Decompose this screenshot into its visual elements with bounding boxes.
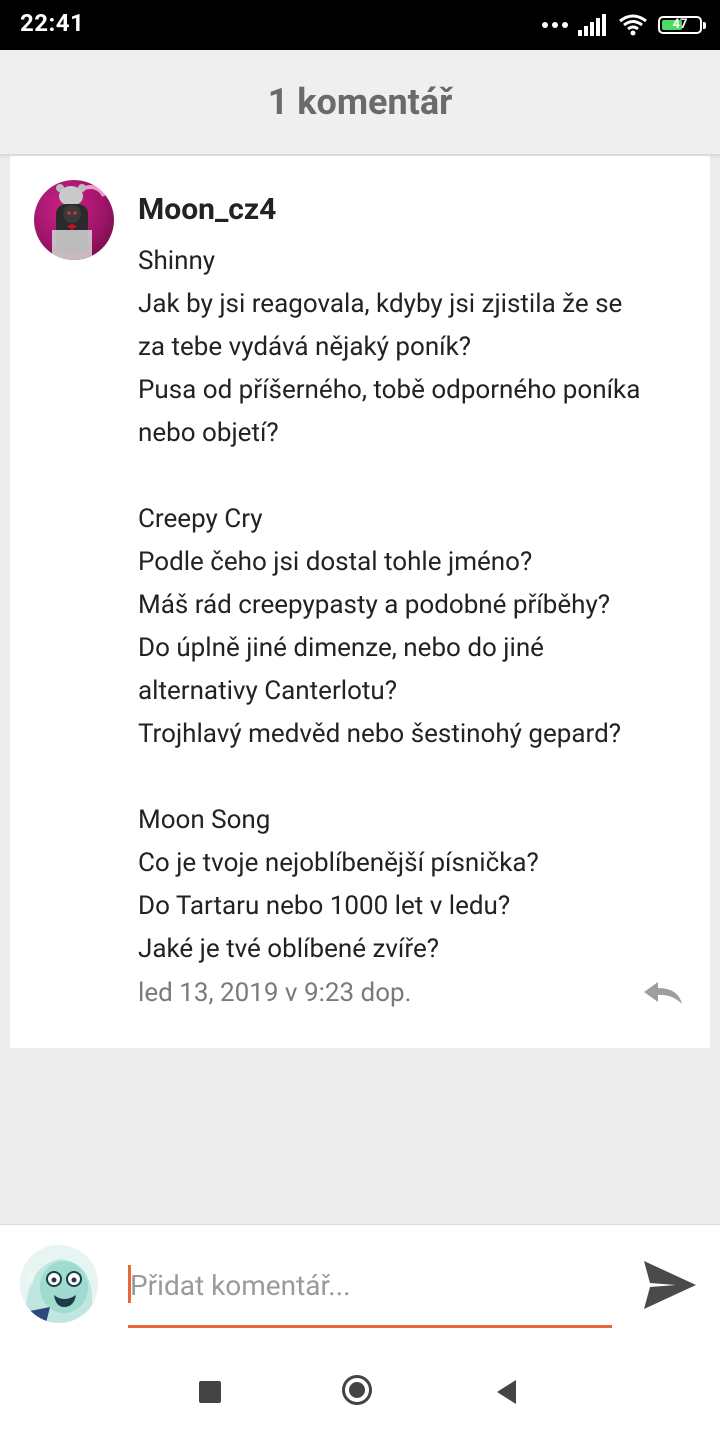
comment-line: Do úplně jiné dimenze, nebo do jiné [138, 633, 544, 663]
user-avatar[interactable] [20, 1245, 98, 1323]
comment-line: Jak by jsi reagovala, kdyby jsi zjistila… [138, 289, 623, 319]
comment-line: Trojhlavý medvěd nebo šestinohý gepard? [138, 719, 622, 749]
comment-timestamp: led 13, 2019 v 9:23 dop. [138, 978, 412, 1008]
comment-line: Co je tvoje nejoblíbenější písnička? [138, 848, 539, 878]
comment-line: Do Tartaru nebo 1000 let v ledu? [138, 891, 511, 921]
comment-line-blank [138, 455, 698, 498]
comment-line: Shinny [138, 246, 216, 276]
comment-line: Jaké je tvé oblíbené zvíře? [138, 934, 440, 964]
avatar-image [52, 184, 106, 260]
status-time: 22:41 [20, 9, 85, 37]
comment-composer [0, 1224, 720, 1345]
home-button[interactable] [342, 1375, 372, 1405]
author-name[interactable]: Moon_cz4 [138, 192, 276, 227]
comment-line: Máš rád creepypasty a podobné příběhy? [138, 590, 611, 620]
author-avatar[interactable] [34, 180, 114, 260]
comment-line: alternativy Canterlotu? [138, 676, 398, 706]
wifi-icon [619, 14, 647, 36]
comment-input-wrap[interactable] [128, 1261, 612, 1328]
page-title: 1 komentář [267, 81, 453, 123]
comment-line: nebo objetí? [138, 418, 279, 448]
back-button[interactable] [496, 1379, 518, 1405]
send-button[interactable] [642, 1259, 698, 1311]
comment-line: za tebe vydává nějaký poník? [138, 332, 472, 362]
comment-input[interactable] [130, 1261, 610, 1309]
avatar-image [20, 1245, 98, 1323]
system-nav-bar [0, 1345, 720, 1440]
recents-button[interactable] [199, 1381, 221, 1403]
comment-line: Creepy Cry [138, 504, 263, 534]
comment-line: Podle čeho jsi dostal tohle jméno? [138, 547, 533, 577]
battery-icon: 47 [658, 16, 706, 34]
header: 1 komentář [0, 50, 720, 155]
comment-line: Pusa od příšerného, tobě odporného poník… [138, 375, 641, 405]
comment-line: Moon Song [138, 805, 271, 835]
reply-icon[interactable] [640, 978, 686, 1008]
status-bar: 22:41 47 [0, 0, 720, 50]
battery-level: 47 [672, 17, 688, 32]
comment-text: Shinny Jak by jsi reagovala, kdyby jsi z… [138, 240, 698, 971]
comment-card: Moon_cz4 Shinny Jak by jsi reagovala, kd… [10, 156, 710, 1048]
comment-line-blank [138, 756, 698, 799]
signal-icon [578, 14, 606, 36]
status-icons: 47 [542, 10, 706, 40]
more-dots-icon [542, 22, 568, 28]
